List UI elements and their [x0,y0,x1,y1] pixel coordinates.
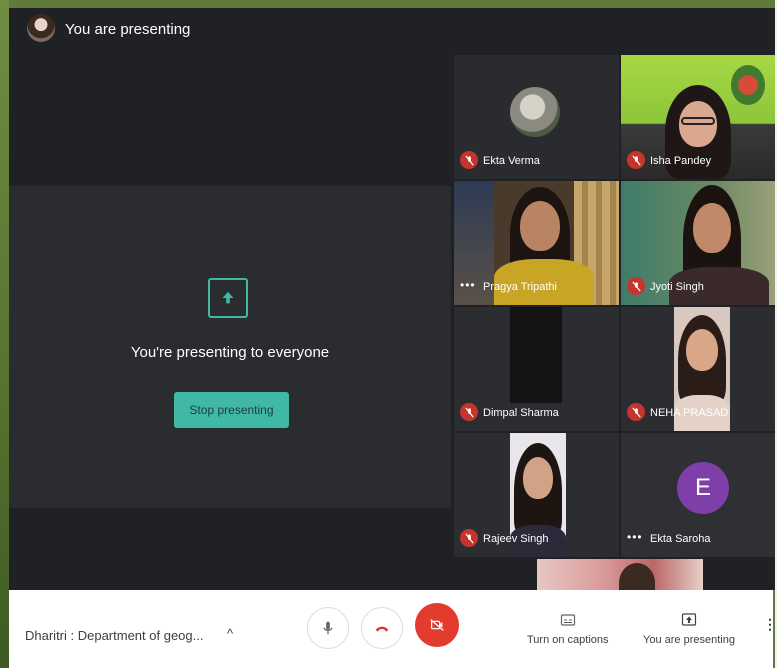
captions-icon [560,614,575,626]
participant-tile[interactable]: Rajeev Singh [454,433,619,557]
wallpaper-edge [0,0,9,668]
captions-button[interactable]: Turn on captions [527,612,609,646]
participant-tile[interactable]: ••• Pragya Tripathi [454,181,619,305]
participant-tile[interactable]: Dimpal Sharma [454,307,619,431]
meeting-stage: You are presenting You're presenting to … [9,8,775,590]
kebab-menu-icon[interactable]: ⋮ [763,617,777,631]
mic-off-icon [460,529,478,547]
more-dots-icon: ••• [460,278,476,292]
participant-tile[interactable]: Ekta Verma [454,55,619,179]
participant-name: Pragya Tripathi [483,281,557,293]
mic-icon [323,621,333,635]
participant-name: Rajeev Singh [483,533,549,545]
mic-off-icon [627,151,645,169]
self-view-tile[interactable] [537,559,703,590]
user-avatar[interactable] [27,14,55,42]
top-bar: You are presenting [9,8,775,54]
hang-up-button[interactable] [361,607,403,649]
meeting-details-toggle[interactable]: ^ [227,626,233,641]
bottom-control-bar: Dharitri : Department of geog... ^ Turn … [9,590,777,668]
mic-button[interactable] [307,607,349,649]
presenting-button[interactable]: You are presenting [643,612,735,646]
participant-tile[interactable]: NEHA PRASAD [621,307,775,431]
participant-photo [510,87,560,137]
hang-up-icon [375,626,389,632]
more-dots-icon: ••• [627,530,643,544]
participant-name: NEHA PRASAD [650,407,729,419]
presenting-label: You are presenting [643,634,735,646]
presenting-message: You're presenting to everyone [130,344,330,361]
participant-initial-avatar: E [677,462,729,514]
participant-name: Isha Pandey [650,155,712,167]
participant-photo [510,307,562,403]
camera-button[interactable] [415,603,459,647]
mic-off-icon [627,277,645,295]
participant-tile[interactable]: Isha Pandey [621,55,775,179]
mic-off-icon [460,151,478,169]
participant-tile[interactable]: E ••• Ekta Saroha [621,433,775,557]
participant-tile[interactable]: Jyoti Singh [621,181,775,305]
present-screen-icon [681,613,697,626]
meeting-title[interactable]: Dharitri : Department of geog... [25,628,203,643]
participant-name: Dimpal Sharma [483,407,559,419]
presentation-panel: You're presenting to everyone Stop prese… [9,186,451,508]
participant-name: Ekta Verma [483,155,540,167]
participant-name: Jyoti Singh [650,281,704,293]
present-up-arrow-icon [208,278,248,318]
stop-presenting-button[interactable]: Stop presenting [174,392,289,428]
participant-name: Ekta Saroha [650,533,711,545]
mic-off-icon [627,403,645,421]
presenting-title: You are presenting [65,21,191,38]
captions-label: Turn on captions [527,634,609,646]
camera-off-icon [430,619,444,631]
mic-off-icon [460,403,478,421]
